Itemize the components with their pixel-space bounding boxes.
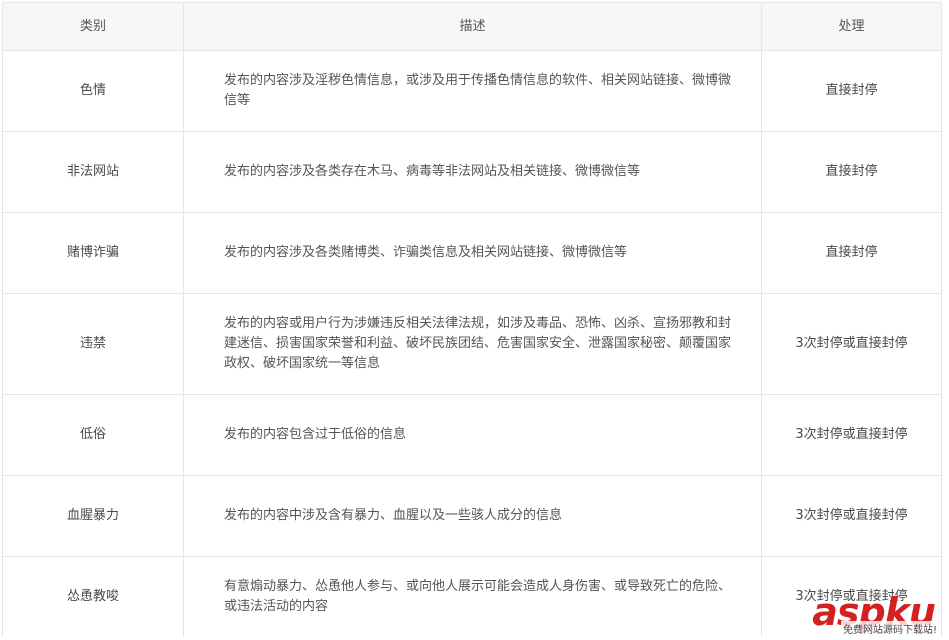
row-description: 发布的内容包含过于低俗的信息 (184, 395, 762, 475)
table-row: 赌博诈骗 发布的内容涉及各类赌博类、诈骗类信息及相关网站链接、微博微信等 直接封… (3, 213, 941, 294)
rules-table: 类别 描述 处理 色情 发布的内容涉及淫秽色情信息，或涉及用于传播色情信息的软件… (2, 2, 942, 637)
row-category: 色情 (3, 51, 184, 131)
row-description: 发布的内容或用户行为涉嫌违反相关法律法规，如涉及毒品、恐怖、凶杀、宣扬邪教和封建… (184, 294, 762, 394)
row-description: 发布的内容涉及淫秽色情信息，或涉及用于传播色情信息的软件、相关网站链接、微博微信… (184, 51, 762, 131)
row-description: 发布的内容涉及各类存在木马、病毒等非法网站及相关链接、微博微信等 (184, 132, 762, 212)
header-category: 类别 (3, 3, 184, 50)
row-category: 怂恿教唆 (3, 557, 184, 637)
table-row: 非法网站 发布的内容涉及各类存在木马、病毒等非法网站及相关链接、微博微信等 直接… (3, 132, 941, 213)
row-category: 违禁 (3, 294, 184, 394)
row-description: 发布的内容涉及各类赌博类、诈骗类信息及相关网站链接、微博微信等 (184, 213, 762, 293)
site-watermark: aspku 免费网站源码下载站! (773, 590, 943, 636)
row-category: 赌博诈骗 (3, 213, 184, 293)
row-action: 直接封停 (825, 245, 878, 260)
table-row: 低俗 发布的内容包含过于低俗的信息 3次封停或直接封停 (3, 395, 941, 476)
row-description: 发布的内容中涉及含有暴力、血腥以及一些骇人成分的信息 (184, 476, 762, 556)
row-description: 有意煽动暴力、怂恿他人参与、或向他人展示可能会造成人身伤害、或导致死亡的危险、或… (184, 557, 762, 637)
row-action: 3次封停或直接封停 (795, 508, 908, 523)
table-header-row: 类别 描述 处理 (3, 3, 941, 51)
row-action: 3次封停或直接封停 (795, 336, 908, 351)
table-row: 色情 发布的内容涉及淫秽色情信息，或涉及用于传播色情信息的软件、相关网站链接、微… (3, 51, 941, 132)
row-action: 3次封停或直接封停 (795, 427, 908, 442)
watermark-tagline: 免费网站源码下载站! (840, 621, 939, 636)
row-action: 直接封停 (825, 83, 878, 98)
row-category: 低俗 (3, 395, 184, 475)
table-row: 违禁 发布的内容或用户行为涉嫌违反相关法律法规，如涉及毒品、恐怖、凶杀、宣扬邪教… (3, 294, 941, 395)
row-category: 非法网站 (3, 132, 184, 212)
header-description: 描述 (184, 3, 762, 50)
header-action: 处理 (838, 18, 865, 34)
row-action: 直接封停 (825, 164, 878, 179)
table-row: 血腥暴力 发布的内容中涉及含有暴力、血腥以及一些骇人成分的信息 3次封停或直接封… (3, 476, 941, 557)
row-category: 血腥暴力 (3, 476, 184, 556)
